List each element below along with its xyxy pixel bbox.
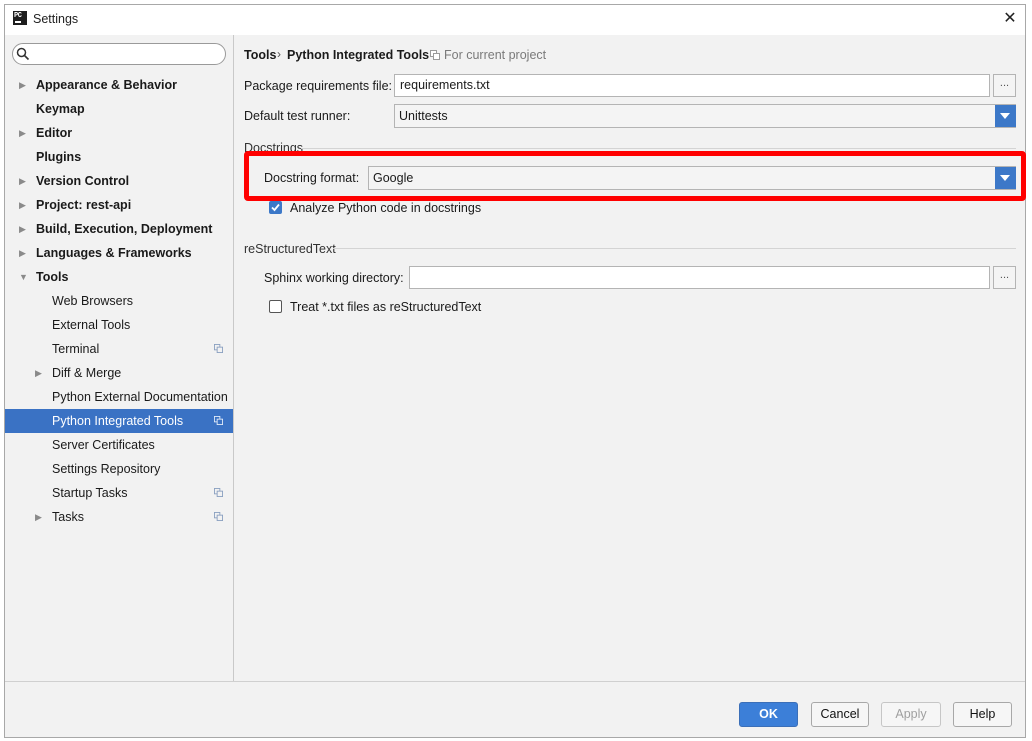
analyze-docstrings-checkbox[interactable] xyxy=(269,201,282,214)
title-bar xyxy=(5,5,1025,35)
collapsed-arrow-icon[interactable]: ▶ xyxy=(19,241,31,265)
sidebar-item-label: Diff & Merge xyxy=(52,366,122,380)
sidebar-item[interactable]: External Tools xyxy=(5,313,233,337)
sidebar-item[interactable]: ▶ Tasks xyxy=(5,505,233,529)
section-divider xyxy=(333,248,1016,249)
expanded-arrow-icon[interactable]: ▼ xyxy=(19,265,31,289)
collapsed-arrow-icon[interactable]: ▶ xyxy=(35,505,47,529)
treat-txt-checkbox[interactable] xyxy=(269,300,282,313)
sidebar-item-label: Project: rest-api xyxy=(36,198,132,212)
collapsed-arrow-icon[interactable]: ▶ xyxy=(19,217,31,241)
sidebar-item-label: Plugins xyxy=(36,150,82,164)
sidebar-item-label: Python Integrated Tools xyxy=(52,414,184,428)
collapsed-arrow-icon[interactable]: ▶ xyxy=(19,169,31,193)
sidebar-item[interactable]: ▶ Diff & Merge xyxy=(5,361,233,385)
sidebar-item-label: Startup Tasks xyxy=(52,486,128,500)
help-button[interactable]: Help xyxy=(953,702,1012,727)
copy-icon xyxy=(214,344,223,353)
collapsed-arrow-icon[interactable]: ▶ xyxy=(19,121,31,145)
sidebar-item-label: Tasks xyxy=(52,510,84,524)
collapsed-arrow-icon[interactable]: ▶ xyxy=(19,193,31,217)
sidebar-item-label: Settings Repository xyxy=(52,462,161,476)
sidebar-item[interactable]: Python Integrated Tools xyxy=(5,409,233,433)
sidebar-item-label: Python External Documentation xyxy=(52,390,228,404)
analyze-docstrings-label: Analyze Python code in docstrings xyxy=(290,201,482,215)
test-runner-select[interactable]: Unittests xyxy=(394,104,1016,128)
window-title: Settings xyxy=(33,12,79,26)
treat-txt-label: Treat *.txt files as reStructuredText xyxy=(290,300,482,314)
sidebar-item[interactable]: Startup Tasks xyxy=(5,481,233,505)
sidebar-item-label: Server Certificates xyxy=(52,438,155,452)
settings-search-input[interactable] xyxy=(12,43,226,65)
package-requirements-browse-button[interactable]: ... xyxy=(993,74,1016,97)
sidebar-item[interactable]: ▶ Project: rest-api xyxy=(5,193,233,217)
sidebar-item-label: External Tools xyxy=(52,318,131,332)
checkmark-icon xyxy=(271,203,280,212)
sphinx-directory-label: Sphinx working directory: xyxy=(264,271,404,285)
sidebar-item[interactable]: Web Browsers xyxy=(5,289,233,313)
scope-label: For current project xyxy=(444,48,547,62)
cancel-button[interactable]: Cancel xyxy=(811,702,869,727)
test-runner-value: Unittests xyxy=(399,109,448,123)
footer-divider xyxy=(5,681,1025,682)
sidebar-item[interactable]: ▼ Tools xyxy=(5,265,233,289)
ok-button[interactable]: OK xyxy=(739,702,798,727)
sidebar-item[interactable]: Settings Repository xyxy=(5,457,233,481)
sidebar-item-label: Web Browsers xyxy=(52,294,134,308)
sidebar-item[interactable]: ▶ Build, Execution, Deployment xyxy=(5,217,233,241)
sidebar-item-label: Editor xyxy=(36,126,73,140)
sphinx-directory-input[interactable] xyxy=(409,266,990,289)
apply-button[interactable]: Apply xyxy=(881,702,941,727)
sidebar-item[interactable]: Terminal xyxy=(5,337,233,361)
chevron-down-icon[interactable] xyxy=(995,105,1016,127)
sidebar-item-label: Build, Execution, Deployment xyxy=(36,222,213,236)
package-requirements-label: Package requirements file: xyxy=(244,79,392,93)
close-icon[interactable]: ✕ xyxy=(998,8,1022,30)
copy-icon xyxy=(214,488,223,497)
copy-icon xyxy=(214,416,223,425)
sidebar-item[interactable]: Server Certificates xyxy=(5,433,233,457)
test-runner-label: Default test runner: xyxy=(244,109,351,123)
sphinx-directory-browse-button[interactable]: ... xyxy=(993,266,1016,289)
package-requirements-input[interactable]: requirements.txt xyxy=(394,74,990,97)
sidebar-item[interactable]: ▶ Editor xyxy=(5,121,233,145)
red-highlight-box xyxy=(244,151,1026,201)
sidebar-item[interactable]: Python External Documentation xyxy=(5,385,233,409)
breadcrumb-root: Tools xyxy=(244,48,277,62)
search-icon xyxy=(16,47,30,61)
sidebar-item-label: Appearance & Behavior xyxy=(36,78,178,92)
pycharm-app-icon: PC xyxy=(13,11,27,25)
collapsed-arrow-icon[interactable]: ▶ xyxy=(35,361,47,385)
sidebar-item-label: Terminal xyxy=(52,342,100,356)
sidebar-item[interactable]: ▶ Version Control xyxy=(5,169,233,193)
restructuredtext-section-title: reStructuredText xyxy=(244,242,336,256)
copy-icon xyxy=(214,512,223,521)
copy-icon xyxy=(430,50,440,60)
page-title: Python Integrated Tools xyxy=(287,48,430,62)
breadcrumb-separator: › xyxy=(277,47,281,61)
section-divider xyxy=(301,148,1016,149)
sidebar-item-label: Keymap xyxy=(36,102,85,116)
sidebar-item[interactable]: Plugins xyxy=(5,145,233,169)
sidebar-item-label: Tools xyxy=(36,270,69,284)
sidebar-item-label: Version Control xyxy=(36,174,130,188)
sidebar-item[interactable]: Keymap xyxy=(5,97,233,121)
collapsed-arrow-icon[interactable]: ▶ xyxy=(19,73,31,97)
sidebar-item[interactable]: ▶ Languages & Frameworks xyxy=(5,241,233,265)
sidebar-item[interactable]: ▶ Appearance & Behavior xyxy=(5,73,233,97)
sidebar-item-label: Languages & Frameworks xyxy=(36,246,192,260)
